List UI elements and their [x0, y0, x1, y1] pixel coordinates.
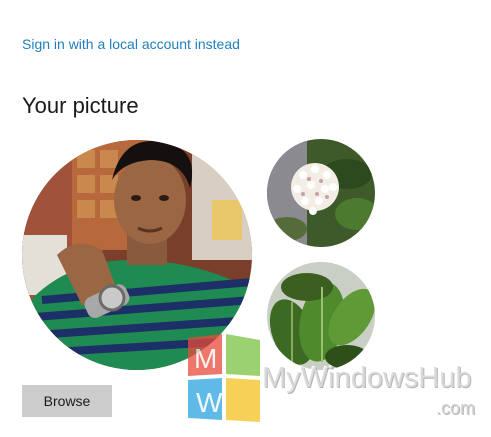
- svg-text:W: W: [196, 387, 223, 418]
- watermark-brand-text: MyWindowsHub: [262, 362, 472, 394]
- recent-picture-2[interactable]: [267, 262, 375, 370]
- section-title-your-picture: Your picture: [22, 93, 139, 118]
- flower-photo-image: [267, 139, 375, 247]
- user-photo-image: [22, 140, 252, 370]
- sign-in-local-account-link[interactable]: Sign in with a local account instead: [22, 36, 240, 52]
- current-account-picture: [22, 140, 252, 370]
- leaves-photo-image: [267, 262, 375, 370]
- watermark-domain-text: .com: [436, 398, 476, 418]
- recent-picture-1[interactable]: [267, 139, 375, 247]
- browse-button[interactable]: Browse: [22, 385, 112, 417]
